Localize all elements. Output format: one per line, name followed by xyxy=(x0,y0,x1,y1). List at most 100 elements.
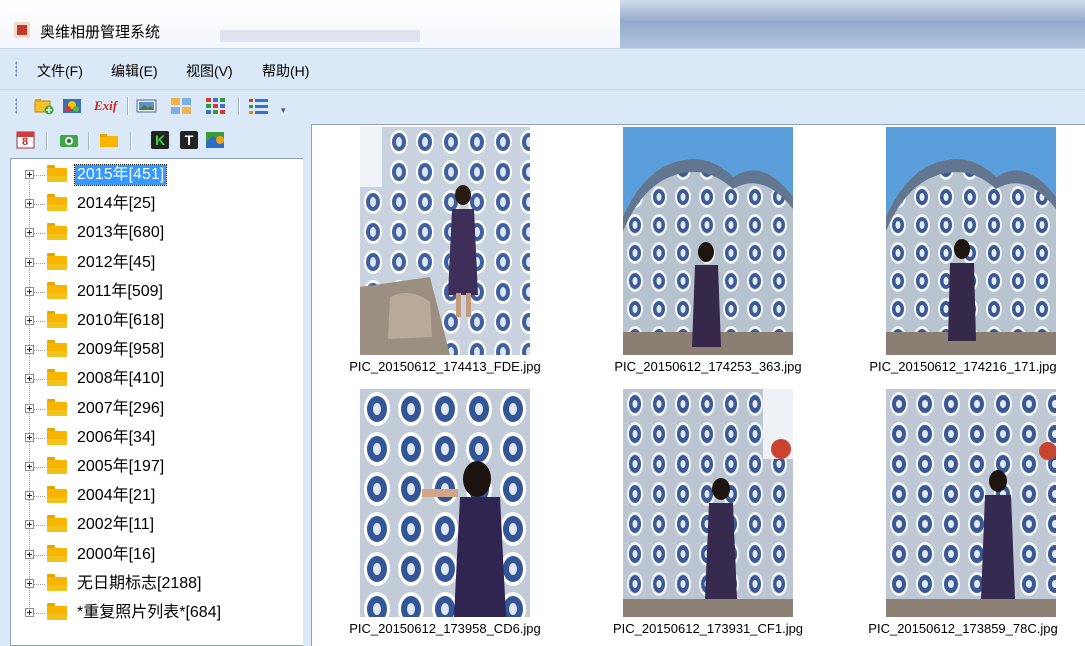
thumbnail-photo xyxy=(360,127,530,355)
folder-view-button[interactable] xyxy=(98,130,118,150)
porcelain-wall-photo-icon xyxy=(886,127,1056,355)
small-icon-view-icon xyxy=(206,98,225,114)
background-window-blur-2 xyxy=(220,30,420,42)
expand-plus-icon[interactable] xyxy=(25,404,34,413)
tree-item-label[interactable]: 2014年[25] xyxy=(75,194,157,214)
calendar-button[interactable]: 8 xyxy=(16,130,36,150)
toolbar-overflow-chevron-icon[interactable]: ▾ xyxy=(281,104,291,116)
expand-plus-icon[interactable] xyxy=(25,374,34,383)
tree-item-label[interactable]: 无日期标志[2188] xyxy=(75,574,204,594)
folder-icon xyxy=(47,545,67,562)
expand-plus-icon[interactable] xyxy=(25,608,34,617)
tree-item[interactable]: 2002年[11] xyxy=(11,513,301,537)
menu-file[interactable]: 文件(F) xyxy=(37,61,83,81)
tree-item-label[interactable]: 2013年[680] xyxy=(75,223,166,243)
expand-plus-icon[interactable] xyxy=(25,462,34,471)
folder-icon xyxy=(100,134,118,147)
tree-item-label[interactable]: 2011年[509] xyxy=(75,282,165,302)
thumbnail-filename: PIC_20150612_174413_FDE.jpg xyxy=(349,359,541,374)
tree-item[interactable]: 2009年[958] xyxy=(11,338,301,362)
folder-icon xyxy=(47,194,67,211)
thumbnail-photo xyxy=(360,389,530,617)
tree-item[interactable]: 无日期标志[2188] xyxy=(11,572,301,596)
menu-view[interactable]: 视图(V) xyxy=(186,61,233,81)
tree-item-label[interactable]: 2002年[11] xyxy=(75,515,156,535)
tree-item[interactable]: 2014年[25] xyxy=(11,192,301,216)
menubar-grip-handle[interactable] xyxy=(15,61,17,77)
keyword-button[interactable]: K xyxy=(151,131,169,149)
add-folder-button[interactable] xyxy=(34,96,54,116)
tree-item[interactable]: 2012年[45] xyxy=(11,251,301,275)
tree-item[interactable]: 2015年[451] xyxy=(11,163,301,187)
thumbnail-item[interactable]: PIC_20150612_174413_FDE.jpg xyxy=(312,125,572,385)
menu-edit[interactable]: 编辑(E) xyxy=(111,61,158,81)
title-bar[interactable]: 奥维相册管理系统 xyxy=(0,0,1085,49)
list-view-button[interactable] xyxy=(248,96,268,116)
menu-help[interactable]: 帮助(H) xyxy=(262,61,309,81)
tree-item[interactable]: 2013年[680] xyxy=(11,221,301,245)
thumbnail-photo xyxy=(623,389,793,617)
tree-connector xyxy=(33,204,45,206)
expand-plus-icon[interactable] xyxy=(25,345,34,354)
expand-plus-icon[interactable] xyxy=(25,199,34,208)
tree-item-label[interactable]: 2007年[296] xyxy=(75,399,166,419)
small-icon-view-button[interactable] xyxy=(205,96,225,116)
tree-item[interactable]: 2011年[509] xyxy=(11,280,301,304)
thumbnail-photo xyxy=(886,389,1056,617)
tree-connector xyxy=(33,263,45,265)
expand-plus-icon[interactable] xyxy=(25,228,34,237)
tree-item-label[interactable]: 2004年[21] xyxy=(75,486,157,506)
camera-button[interactable] xyxy=(58,130,78,150)
tree-item[interactable]: 2010年[618] xyxy=(11,309,301,333)
tree-item[interactable]: 2006年[34] xyxy=(11,426,301,450)
tree-item[interactable]: 2005年[197] xyxy=(11,455,301,479)
tree-item-label[interactable]: 2009年[958] xyxy=(75,340,166,360)
tree-item[interactable]: 2000年[16] xyxy=(11,543,301,567)
expand-plus-icon[interactable] xyxy=(25,520,34,529)
slideshow-button[interactable] xyxy=(136,96,157,116)
slideshow-icon xyxy=(136,99,157,113)
tree-item[interactable]: 2004年[21] xyxy=(11,484,301,508)
app-logo-icon xyxy=(14,22,30,38)
tree-item-label[interactable]: 2006年[34] xyxy=(75,428,157,448)
tree-item[interactable]: 2008年[410] xyxy=(11,367,301,391)
photo-import-button[interactable] xyxy=(62,96,82,116)
tree-item-label[interactable]: 2010年[618] xyxy=(75,311,166,331)
tree-item-label[interactable]: *重复照片列表*[684] xyxy=(75,603,223,623)
expand-plus-icon[interactable] xyxy=(25,550,34,559)
tree-item[interactable]: 2007年[296] xyxy=(11,397,301,421)
thumbnail-item[interactable]: PIC_20150612_174253_363.jpg xyxy=(574,125,834,385)
expand-plus-icon[interactable] xyxy=(25,579,34,588)
tree-item-label[interactable]: 2005年[197] xyxy=(75,457,166,477)
tree-item[interactable]: *重复照片列表*[684] xyxy=(11,601,301,625)
thumbnail-item[interactable]: PIC_20150612_174216_171.jpg xyxy=(836,125,1085,385)
thumbnail-item[interactable]: PIC_20150612_173859_78C.jpg xyxy=(836,387,1085,646)
tree-item-label[interactable]: 2015年[451] xyxy=(73,164,168,186)
tree-item-label[interactable]: 2000年[16] xyxy=(75,545,157,565)
thumbnail-item[interactable]: PIC_20150612_173931_CF1.jpg xyxy=(574,387,834,646)
map-button[interactable] xyxy=(205,130,225,150)
date-folder-tree[interactable]: 2015年[451] 2014年[25] 2013年[680] 2012年[45] 20… xyxy=(10,158,304,646)
tree-item-label[interactable]: 2012年[45] xyxy=(75,253,157,273)
main-toolbar: Exif ▾ xyxy=(0,90,1085,124)
tree-connector xyxy=(33,321,45,323)
exif-button[interactable]: Exif xyxy=(94,96,122,116)
expand-plus-icon[interactable] xyxy=(25,287,34,296)
tree-item-label[interactable]: 2008年[410] xyxy=(75,369,166,389)
keyword-icon: K xyxy=(154,132,166,148)
tag-button[interactable]: T xyxy=(180,131,198,149)
expand-plus-icon[interactable] xyxy=(25,316,34,325)
toolbar-grip-handle[interactable] xyxy=(15,98,17,114)
expand-plus-icon[interactable] xyxy=(25,170,34,179)
expand-plus-icon[interactable] xyxy=(25,258,34,267)
tree-connector xyxy=(33,233,45,235)
panel-splitter[interactable] xyxy=(303,124,311,646)
thumbnail-grid[interactable]: PIC_20150612_174413_FDE.jpg PIC_20150612… xyxy=(311,124,1085,646)
tree-connector xyxy=(33,496,45,498)
expand-plus-icon[interactable] xyxy=(25,433,34,442)
large-thumbnail-view-button[interactable] xyxy=(170,96,191,116)
thumbnail-item[interactable]: PIC_20150612_173958_CD6.jpg xyxy=(312,387,572,646)
porcelain-wall-photo-icon xyxy=(886,389,1056,617)
expand-plus-icon[interactable] xyxy=(25,491,34,500)
thumbnail-filename: PIC_20150612_174216_171.jpg xyxy=(869,359,1057,374)
